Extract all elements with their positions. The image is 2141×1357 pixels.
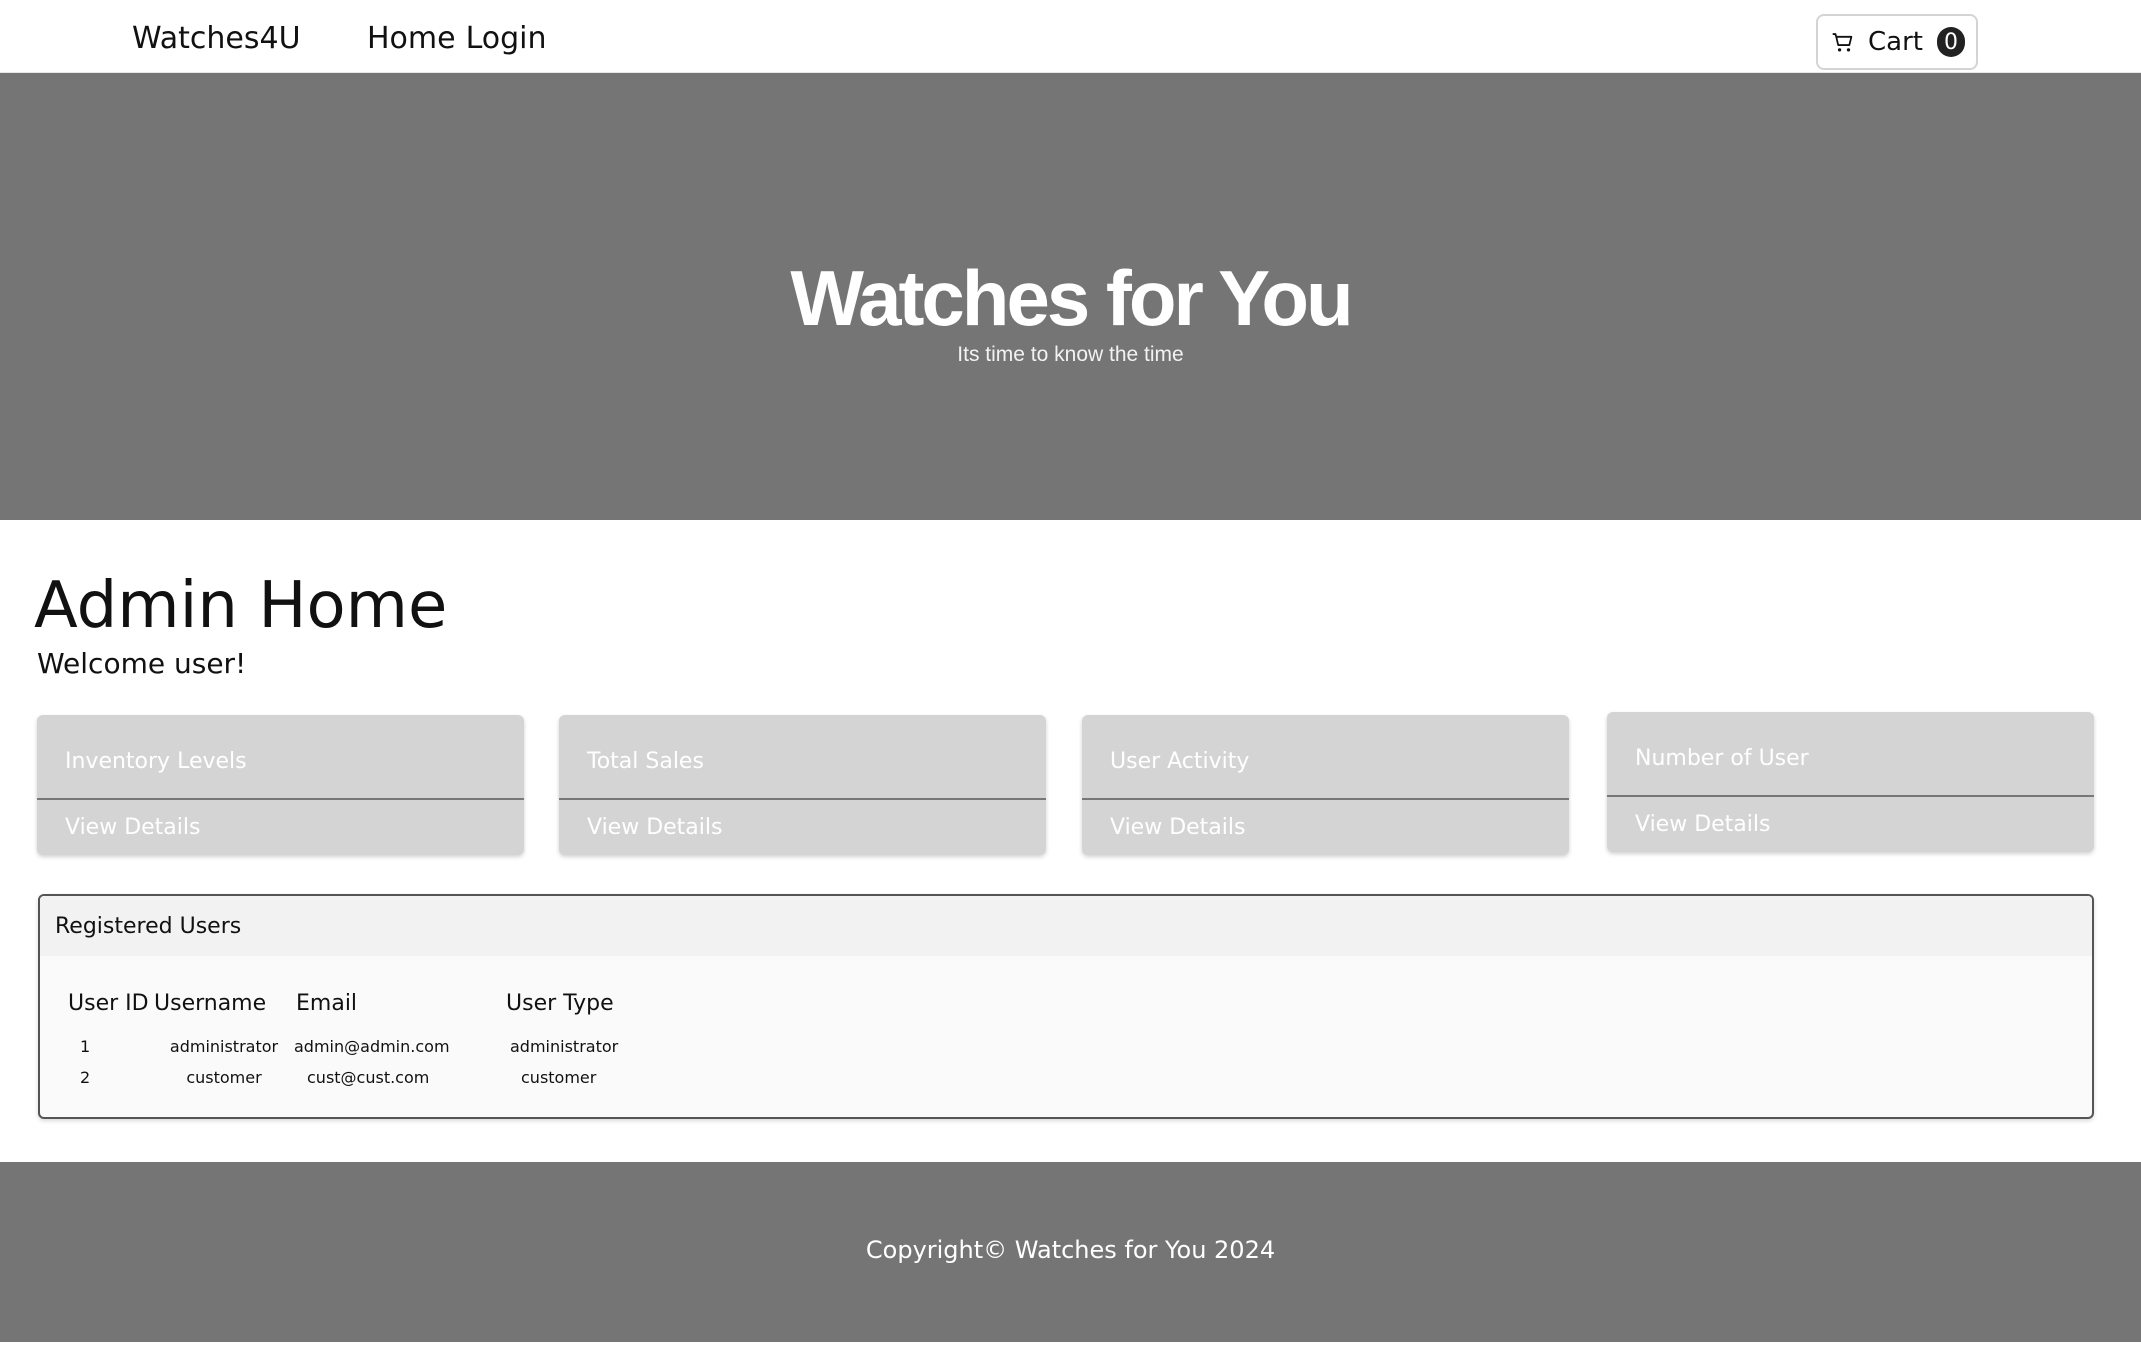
nav-home-link[interactable]: Home	[367, 20, 456, 58]
view-details-link[interactable]: View Details	[65, 815, 200, 840]
cell-username: administrator	[169, 1037, 279, 1056]
column-header-user-id: User ID	[68, 991, 149, 1016]
cell-user-type: administrator	[510, 1037, 619, 1056]
card-number-of-user: Number of User View Details	[1607, 712, 2094, 852]
cart-count-badge: 0	[1936, 27, 1965, 57]
card-title: Number of User	[1607, 712, 2094, 797]
table-row: 2 customer cust@cust.com customer	[68, 1062, 646, 1093]
column-header-user-type: User Type	[506, 991, 614, 1016]
view-details-link[interactable]: View Details	[1635, 812, 1770, 837]
hero-banner: Watches for You Its time to know the tim…	[0, 73, 2141, 520]
cart-label: Cart	[1868, 27, 1923, 57]
cart-icon	[1832, 31, 1854, 53]
navbar: Watches4U Home Login Cart 0	[0, 0, 2141, 73]
column-header-username: Username	[154, 991, 267, 1016]
view-details-link[interactable]: View Details	[1110, 815, 1245, 840]
card-user-activity: User Activity View Details	[1082, 715, 1569, 855]
cell-email: admin@admin.com	[294, 1037, 450, 1056]
view-details-link[interactable]: View Details	[587, 815, 722, 840]
cart-button[interactable]: Cart 0	[1816, 14, 1978, 70]
cell-user-id: 2	[80, 1068, 91, 1087]
brand-link[interactable]: Watches4U	[132, 20, 301, 58]
page-title: Admin Home	[34, 569, 448, 643]
cell-username: customer	[186, 1068, 262, 1087]
cell-user-type: customer	[521, 1068, 597, 1087]
card-total-sales: Total Sales View Details	[559, 715, 1046, 855]
cell-email: cust@cust.com	[307, 1068, 430, 1087]
registered-users-panel: Registered Users User ID Username Email …	[38, 894, 2094, 1119]
nav-links: Home Login	[367, 20, 547, 58]
nav-login-link[interactable]: Login	[466, 20, 547, 58]
table-row: 1 administrator admin@admin.com administ…	[68, 1031, 646, 1062]
card-title: User Activity	[1082, 715, 1569, 800]
hero-title: Watches for You	[790, 254, 1353, 342]
table-header-row: User ID Username Email User Type	[68, 991, 646, 1031]
cell-user-id: 1	[80, 1037, 91, 1056]
footer: Copyright© Watches for You 2024	[0, 1162, 2141, 1342]
users-table: User ID Username Email User Type 1 admin…	[68, 991, 646, 1093]
welcome-message: Welcome user!	[37, 647, 247, 680]
panel-title: Registered Users	[40, 896, 2092, 956]
card-title: Total Sales	[559, 715, 1046, 800]
card-title: Inventory Levels	[37, 715, 524, 800]
column-header-email: Email	[296, 991, 358, 1016]
footer-copyright: Copyright© Watches for You 2024	[865, 1236, 1276, 1264]
card-inventory-levels: Inventory Levels View Details	[37, 715, 524, 855]
hero-subtitle: Its time to know the time	[957, 343, 1184, 366]
